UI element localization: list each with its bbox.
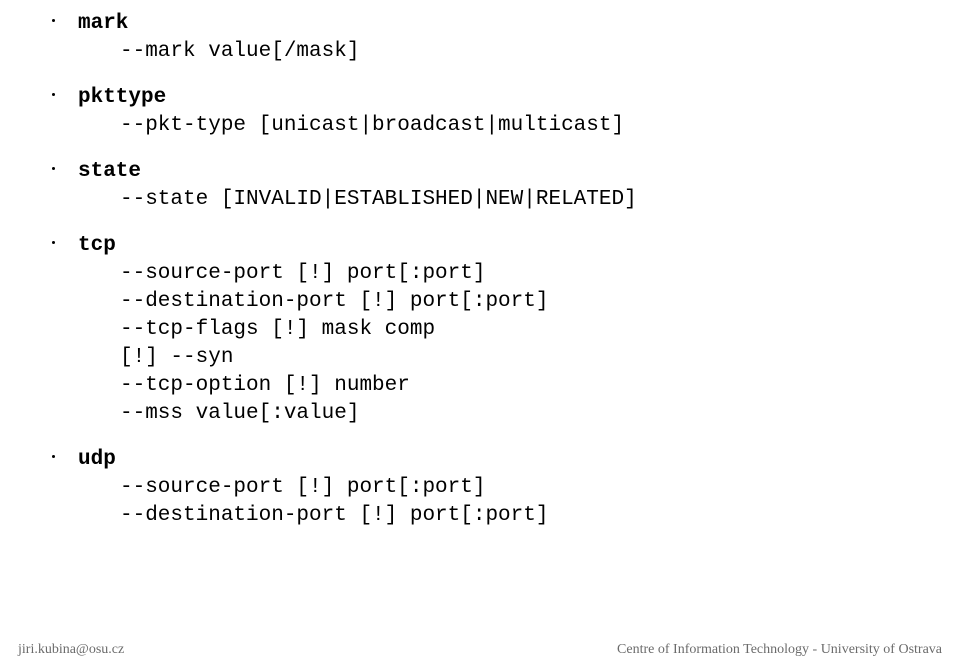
section-body: --mark value[/mask] [120,38,920,66]
bullet-icon [52,19,55,22]
section-title: tcp [78,232,920,260]
section-title: udp [78,446,920,474]
footer-email: jiri.kubina@osu.cz [18,642,124,658]
bullet-icon [52,241,55,244]
bullet-icon [52,167,55,170]
section-title: mark [78,10,920,38]
section-mark: mark --mark value[/mask] [40,10,920,66]
section-pkttype: pkttype --pkt-type [unicast|broadcast|mu… [40,84,920,140]
section-udp: udp --source-port [!] port[:port] --dest… [40,446,920,530]
section-body: --pkt-type [unicast|broadcast|multicast] [120,112,920,140]
section-body: --source-port [!] port[:port] --destinat… [120,260,920,428]
document-page: mark --mark value[/mask] pkttype --pkt-t… [0,0,960,668]
footer-affiliation: Centre of Information Technology - Unive… [617,642,942,658]
section-body: --source-port [!] port[:port] --destinat… [120,474,920,530]
bullet-icon [52,455,55,458]
section-state: state --state [INVALID|ESTABLISHED|NEW|R… [40,158,920,214]
section-title: pkttype [78,84,920,112]
bullet-icon [52,93,55,96]
page-footer: jiri.kubina@osu.cz Centre of Information… [0,642,960,658]
section-title: state [78,158,920,186]
section-tcp: tcp --source-port [!] port[:port] --dest… [40,232,920,428]
section-body: --state [INVALID|ESTABLISHED|NEW|RELATED… [120,186,920,214]
